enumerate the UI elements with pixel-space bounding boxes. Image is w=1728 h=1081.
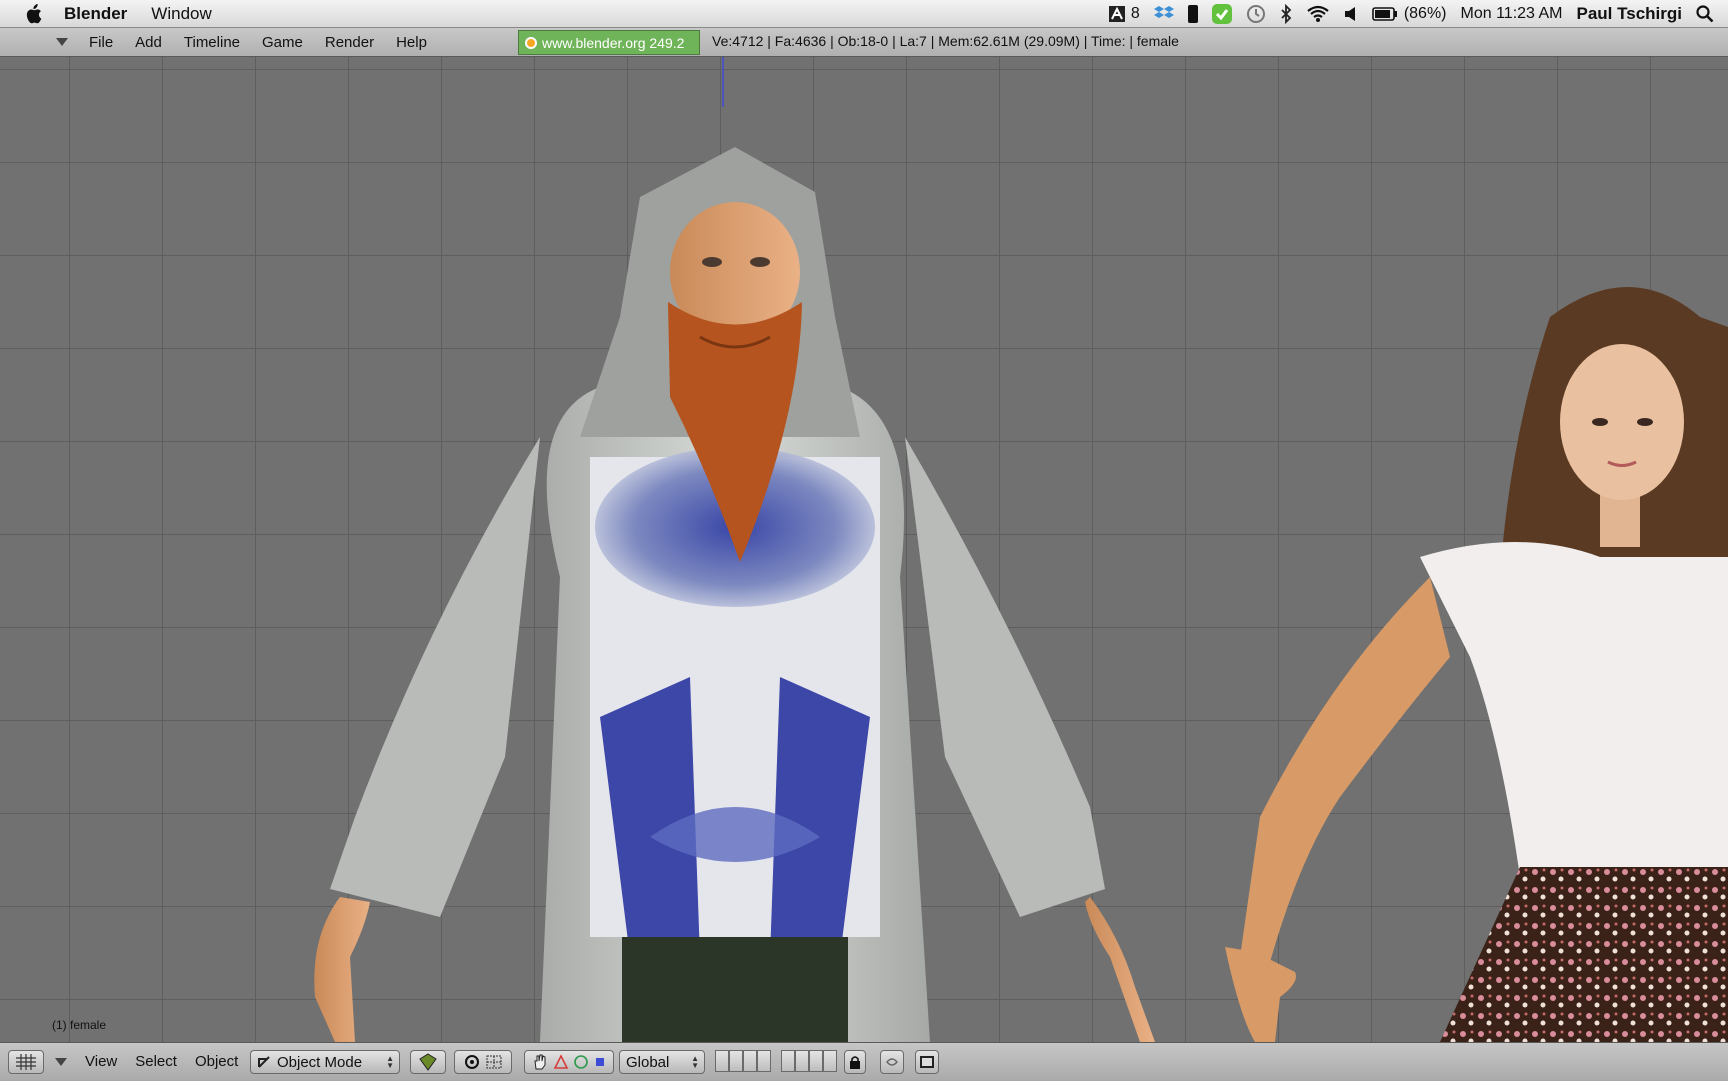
3d-view-header: View Select Object Object Mode ▲ ▼ Global…	[0, 1042, 1728, 1081]
volume-icon[interactable]	[1344, 4, 1358, 24]
layer-button[interactable]	[823, 1050, 837, 1072]
adobe-count: 8	[1130, 4, 1140, 22]
user-name-menu[interactable]: Paul Tschirgi	[1577, 4, 1683, 24]
mode-selector-label: Object Mode	[277, 1053, 363, 1071]
draw-type-selector[interactable]	[410, 1050, 446, 1074]
window-menu[interactable]: Window	[151, 4, 211, 24]
layer-buttons-group-1[interactable]	[715, 1050, 771, 1072]
dropbox-icon[interactable]	[1153, 4, 1174, 24]
active-object-label: (1) female	[52, 1018, 107, 1032]
viewport-scene	[314, 57, 1728, 1042]
render-view-button[interactable]	[880, 1050, 904, 1074]
adobe-icon[interactable]	[1108, 4, 1125, 24]
menubar-status-area: 8 (86%) Mon 11:23 AM Paul Tschirgi	[1108, 0, 1728, 27]
menu-add[interactable]: Add	[124, 34, 173, 51]
menu-view[interactable]: View	[76, 1053, 126, 1070]
menu-help[interactable]: Help	[385, 34, 438, 51]
orientation-selector[interactable]: Global ▲ ▼	[619, 1050, 705, 1074]
apple-menu-icon[interactable]	[24, 3, 46, 24]
scene-statistics: Ve:4712 | Fa:4636 | Ob:18-0 | La:7 | Mem…	[712, 33, 1179, 49]
dropdown-arrows-icon: ▲ ▼	[386, 1054, 394, 1070]
female-model[interactable]	[1225, 287, 1728, 1042]
blender-website-link[interactable]: www.blender.org 249.2	[518, 30, 700, 55]
phone-icon[interactable]	[1187, 4, 1198, 24]
menu-game[interactable]: Game	[251, 34, 314, 51]
screenshot-view-button[interactable]	[915, 1050, 939, 1074]
spotlight-search-icon[interactable]	[1696, 4, 1714, 24]
menu-timeline[interactable]: Timeline	[173, 34, 251, 51]
blender-logo-icon	[525, 36, 537, 49]
battery-icon[interactable]	[1372, 4, 1398, 24]
menu-object[interactable]: Object	[186, 1053, 247, 1070]
layer-button[interactable]	[795, 1050, 809, 1072]
footer-collapse-triangle-icon[interactable]	[55, 1058, 67, 1066]
rotate-manipulator-icon[interactable]	[573, 1054, 589, 1070]
menu-select[interactable]: Select	[126, 1053, 186, 1070]
menu-file[interactable]: File	[78, 34, 124, 51]
render-icon	[886, 1058, 898, 1066]
footer-menus: View Select Object	[76, 1053, 247, 1070]
hand-manipulator-icon[interactable]	[531, 1053, 549, 1071]
battery-percent: (86%)	[1403, 4, 1447, 22]
snap-grid-icon	[486, 1055, 502, 1069]
app-name-menu[interactable]: Blender	[64, 4, 127, 24]
dropdown-arrows-icon: ▲ ▼	[691, 1054, 699, 1070]
blender-info-header: File Add Timeline Game Render Help www.b…	[0, 28, 1728, 57]
object-mode-icon	[258, 1056, 270, 1068]
layer-buttons-group-2[interactable]	[781, 1050, 837, 1072]
grid-icon	[16, 1054, 36, 1070]
layer-button[interactable]	[757, 1050, 771, 1072]
layer-button[interactable]	[715, 1050, 729, 1072]
wifi-icon[interactable]	[1306, 4, 1330, 24]
lock-layers-button[interactable]	[844, 1050, 866, 1074]
scale-manipulator-icon[interactable]	[593, 1055, 607, 1069]
orientation-selector-label: Global	[626, 1053, 670, 1071]
layer-button[interactable]	[781, 1050, 795, 1072]
evernote-icon[interactable]	[1211, 3, 1232, 24]
bearded-man-model[interactable]	[314, 147, 1155, 1042]
editor-type-button[interactable]	[8, 1050, 44, 1074]
pivot-point-icon	[465, 1055, 479, 1069]
3d-viewport[interactable]: z x (1) female	[0, 57, 1728, 1042]
layer-button[interactable]	[729, 1050, 743, 1072]
layer-button[interactable]	[809, 1050, 823, 1072]
lock-icon	[850, 1056, 860, 1069]
menu-render[interactable]: Render	[314, 34, 385, 51]
menubar-clock[interactable]: Mon 11:23 AM	[1461, 5, 1563, 23]
mode-selector[interactable]: Object Mode ▲ ▼	[250, 1050, 400, 1074]
pivot-selector[interactable]	[454, 1050, 512, 1074]
layer-button[interactable]	[743, 1050, 757, 1072]
macos-menu-bar: Blender Window 8 (86%) Mon 11:23 AM Paul…	[0, 0, 1728, 28]
camera-icon	[920, 1056, 934, 1068]
time-machine-icon[interactable]	[1246, 4, 1266, 24]
header-collapse-triangle-icon[interactable]	[56, 38, 68, 46]
translate-manipulator-icon[interactable]	[553, 1054, 569, 1070]
manipulator-toggles[interactable]	[524, 1050, 614, 1074]
blender-version-label: www.blender.org 249.2	[542, 34, 685, 51]
bluetooth-icon[interactable]	[1280, 3, 1292, 24]
solid-shading-icon	[419, 1053, 437, 1071]
